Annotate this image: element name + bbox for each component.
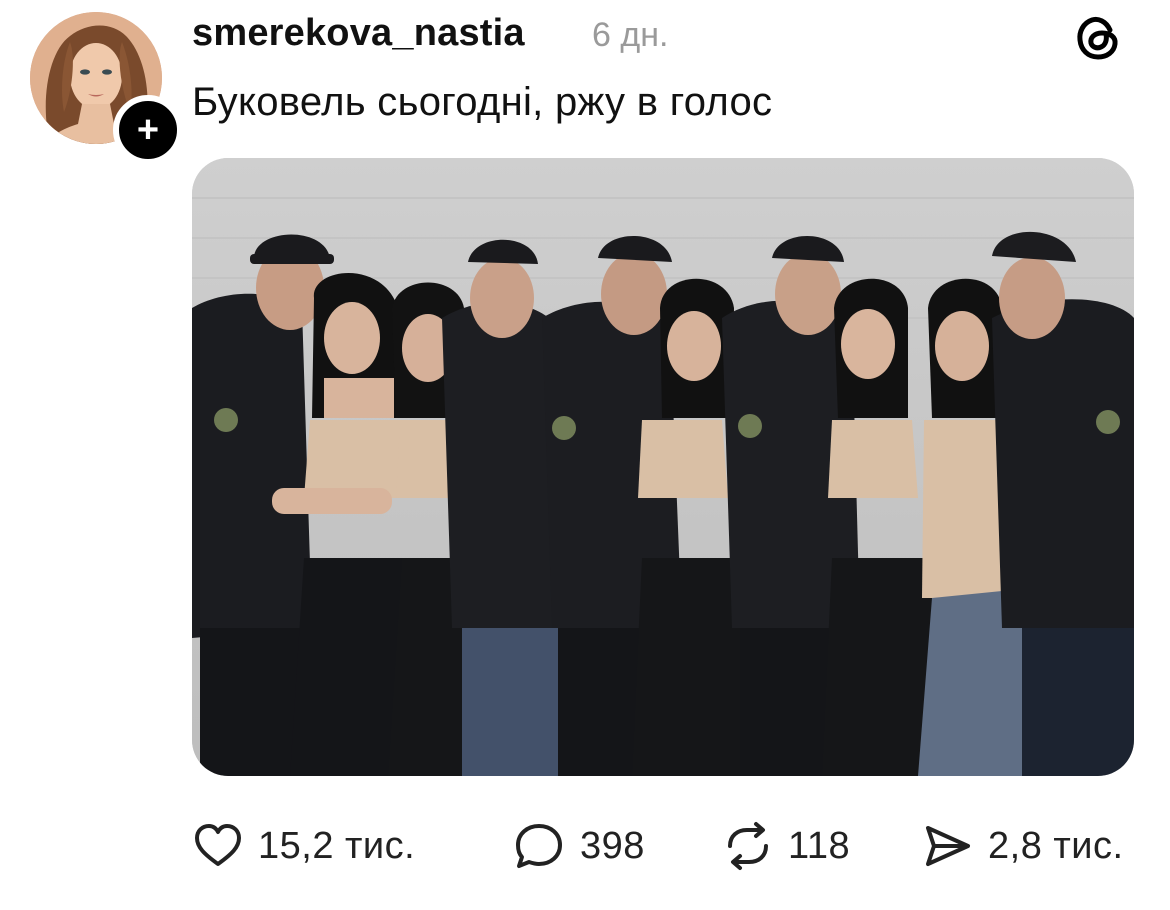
like-button[interactable]: 15,2 тис. — [192, 818, 415, 874]
plus-icon: + — [136, 109, 160, 151]
like-count: 15,2 тис. — [258, 824, 416, 867]
reply-count: 398 — [580, 824, 645, 867]
follow-button[interactable]: + — [113, 95, 183, 165]
threads-post: + smerekova_nastia 6 дн. Буковель сьогод… — [0, 0, 1170, 910]
post-text: Буковель сьогодні, ржу в голос — [192, 80, 773, 124]
comment-bubble-icon — [516, 824, 562, 868]
post-actions: 15,2 тис. 398 118 2,8 тис. — [192, 818, 1162, 874]
repost-button[interactable]: 118 — [722, 818, 850, 874]
send-icon — [926, 826, 970, 866]
heart-icon — [195, 824, 241, 866]
repost-count: 118 — [788, 824, 851, 867]
username[interactable]: smerekova_nastia — [192, 12, 525, 55]
reply-button[interactable]: 398 — [512, 818, 645, 874]
threads-logo-icon[interactable] — [1072, 12, 1124, 64]
repost-arrows-icon — [728, 822, 768, 870]
share-button[interactable]: 2,8 тис. — [922, 818, 1124, 874]
post-photo[interactable] — [192, 158, 1134, 776]
avatar-container: + — [30, 12, 183, 165]
post-time: 6 дн. — [592, 16, 669, 54]
share-count: 2,8 тис. — [988, 824, 1124, 867]
